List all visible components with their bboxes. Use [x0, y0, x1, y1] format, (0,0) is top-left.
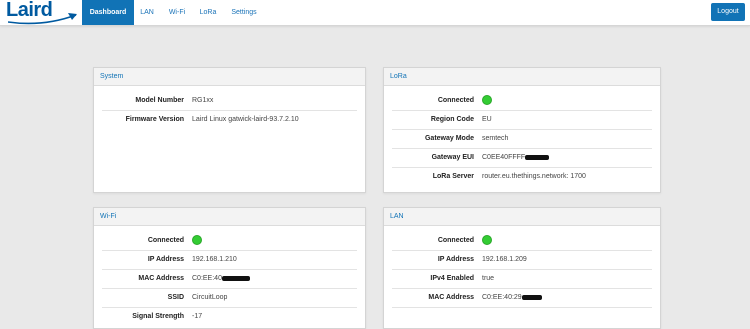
lan-mac-value: C0:EE:40:29 — [482, 288, 542, 307]
lan-panel-title: LAN — [384, 208, 660, 226]
lan-connected-row: Connected — [392, 231, 652, 251]
wifi-connected-row: Connected — [102, 231, 357, 251]
lan-mac-redaction — [521, 294, 542, 300]
logout-button[interactable]: Logout — [711, 3, 745, 21]
gateway-eui-row: Gateway EUI C0EE40FFFF — [392, 148, 652, 168]
wifi-ssid-label: SSID — [167, 294, 184, 301]
model-number-row: Model Number RG1xx — [102, 91, 357, 111]
wifi-ssid-row: SSID CircuitLoop — [102, 288, 357, 308]
gateway-eui-label: Gateway EUI — [431, 154, 474, 161]
region-code-row: Region Code EU — [392, 110, 652, 130]
lan-ip-value: 192.168.1.209 — [482, 256, 527, 263]
gateway-mode-label: Gateway Mode — [424, 135, 474, 142]
model-number-value: RG1xx — [192, 97, 214, 104]
region-code-value: EU — [482, 116, 492, 123]
wifi-mac-label: MAC Address — [138, 275, 184, 282]
wifi-mac-row: MAC Address C0:EE:40 — [102, 269, 357, 289]
lan-mac-text: C0:EE:40:29 — [482, 294, 522, 301]
system-panel: System Model Number RG1xx Firmware Versi… — [93, 67, 366, 193]
system-panel-title: System — [94, 68, 365, 86]
lora-server-value: router.eu.thethings.network: 1700 — [482, 173, 586, 180]
lan-ip-row: IP Address 192.168.1.209 — [392, 250, 652, 270]
lora-connected-row: Connected — [392, 91, 652, 111]
model-number-label: Model Number — [135, 97, 184, 104]
nav-tab-lan[interactable]: LAN — [135, 0, 159, 25]
wifi-panel-title: Wi-Fi — [94, 208, 365, 226]
gateway-eui-text: C0EE40FFFF — [482, 154, 526, 161]
lan-mac-label: MAC Address — [428, 294, 474, 301]
lan-ip-label: IP Address — [437, 256, 474, 263]
wifi-ip-row: IP Address 192.168.1.210 — [102, 250, 357, 270]
top-navbar: Laird Dashboard LAN Wi-Fi LoRa Settings … — [0, 0, 750, 26]
lan-connected-status-icon — [482, 235, 492, 245]
firmware-value: Laird Linux gatwick-laird-93.7.2.10 — [192, 116, 299, 123]
region-code-label: Region Code — [430, 116, 474, 123]
wifi-ssid-value: CircuitLoop — [192, 294, 228, 301]
lan-ipv4-label: IPv4 Enabled — [430, 275, 474, 282]
lora-connected-status-icon — [482, 95, 492, 105]
logo-swoosh-icon — [8, 13, 77, 25]
lan-panel: LAN Connected IP Address 192.168.1.209 I… — [383, 207, 661, 329]
laird-logo[interactable]: Laird — [6, 0, 77, 25]
lora-server-row: LoRa Server router.eu.thethings.network:… — [392, 167, 652, 186]
wifi-ip-value: 192.168.1.210 — [192, 256, 237, 263]
wifi-connected-label: Connected — [147, 237, 184, 244]
wifi-signal-label: Signal Strength — [132, 313, 184, 320]
wifi-panel: Wi-Fi Connected IP Address 192.168.1.210… — [93, 207, 366, 329]
lan-connected-label: Connected — [437, 237, 474, 244]
lora-server-label: LoRa Server — [432, 173, 474, 180]
gateway-eui-redaction — [525, 154, 550, 160]
firmware-label: Firmware Version — [125, 116, 184, 123]
nav-tab-settings[interactable]: Settings — [227, 0, 261, 25]
lora-connected-label: Connected — [437, 97, 474, 104]
nav-tab-lora[interactable]: LoRa — [194, 0, 222, 25]
wifi-mac-text: C0:EE:40 — [192, 275, 222, 282]
gateway-mode-row: Gateway Mode semtech — [392, 129, 652, 149]
lora-panel: LoRa Connected Region Code EU Gateway Mo… — [383, 67, 661, 193]
wifi-mac-redaction — [221, 275, 250, 281]
lan-mac-row: MAC Address C0:EE:40:29 — [392, 288, 652, 308]
nav-tab-wifi[interactable]: Wi-Fi — [163, 0, 191, 25]
gateway-mode-value: semtech — [482, 135, 509, 142]
wifi-signal-value: -17 — [192, 313, 203, 320]
wifi-connected-status-icon — [192, 235, 202, 245]
wifi-signal-row: Signal Strength -17 — [102, 307, 357, 326]
nav-tab-dashboard[interactable]: Dashboard — [82, 0, 134, 25]
wifi-mac-value: C0:EE:40 — [192, 269, 250, 288]
lan-ipv4-value: true — [482, 275, 495, 282]
lan-ipv4-row: IPv4 Enabled true — [392, 269, 652, 289]
gateway-eui-value: C0EE40FFFF — [482, 148, 550, 167]
wifi-ip-label: IP Address — [147, 256, 184, 263]
lora-panel-title: LoRa — [384, 68, 660, 86]
firmware-row: Firmware Version Laird Linux gatwick-lai… — [102, 110, 357, 129]
